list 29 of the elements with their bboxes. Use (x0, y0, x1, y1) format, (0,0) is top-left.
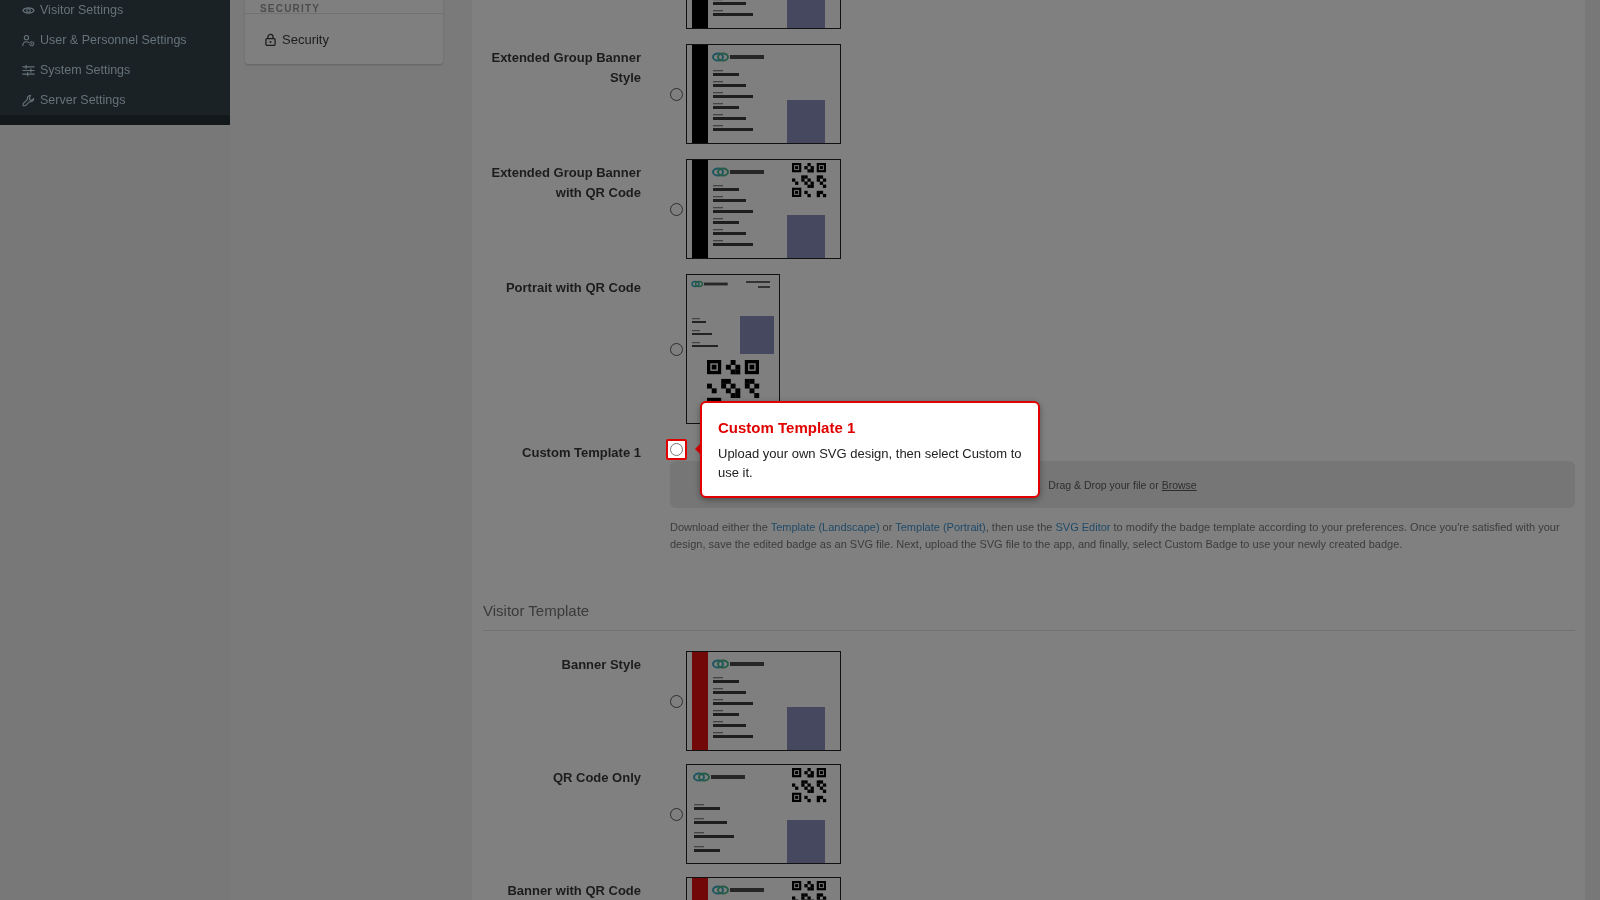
template-label: Extended Group Banner Style (491, 50, 641, 85)
help-text: Download either the Template (Landscape) or Template (Portrait), then use the SVG Editor to modify the badge template according to your preferences. Once you're satisfied with your design, save the edited badge as an SVG file. Next, upload the SVG file to the app, and finally, select Custom Badge to use your newly created badge. (670, 520, 1561, 552)
sidebar-item[interactable]: System Settings (0, 55, 131, 85)
lock-icon (265, 32, 276, 46)
section-heading: Visitor Template (483, 602, 590, 619)
radio-button[interactable] (670, 694, 683, 708)
browse-link[interactable]: Browse (1161, 478, 1197, 491)
tooltip-title: Custom Template 1 (718, 418, 856, 438)
help-link[interactable]: Template (Landscape) (770, 521, 880, 533)
template-label: Banner Style (561, 657, 641, 672)
nav-item[interactable]: Security (245, 14, 329, 64)
help-link[interactable]: Template (Portrait) (895, 521, 986, 533)
template-label: Custom Template 1 (522, 445, 641, 460)
user-gear-icon (22, 33, 35, 47)
radio-button[interactable] (670, 342, 683, 356)
sliders-icon (22, 63, 35, 77)
help-link[interactable]: SVG Editor (1055, 521, 1111, 533)
template-label: Extended Group Banner with QR Code (491, 165, 641, 200)
dropzone-prompt: Drag & Drop your file or (1048, 478, 1159, 491)
template-label: QR Code Only (552, 770, 641, 785)
radio-button[interactable] (670, 807, 683, 821)
template-label: Banner with QR Code (507, 883, 641, 898)
wrench-icon (22, 93, 35, 107)
sidebar-item[interactable]: User & Personnel Settings (0, 25, 187, 55)
template-label: Portrait with QR Code (505, 280, 641, 295)
radio-button[interactable] (670, 87, 683, 101)
sidebar-item[interactable]: Visitor Settings (0, 0, 124, 25)
sidebar-item[interactable]: Server Settings (0, 85, 126, 115)
radio-button[interactable] (670, 202, 683, 216)
